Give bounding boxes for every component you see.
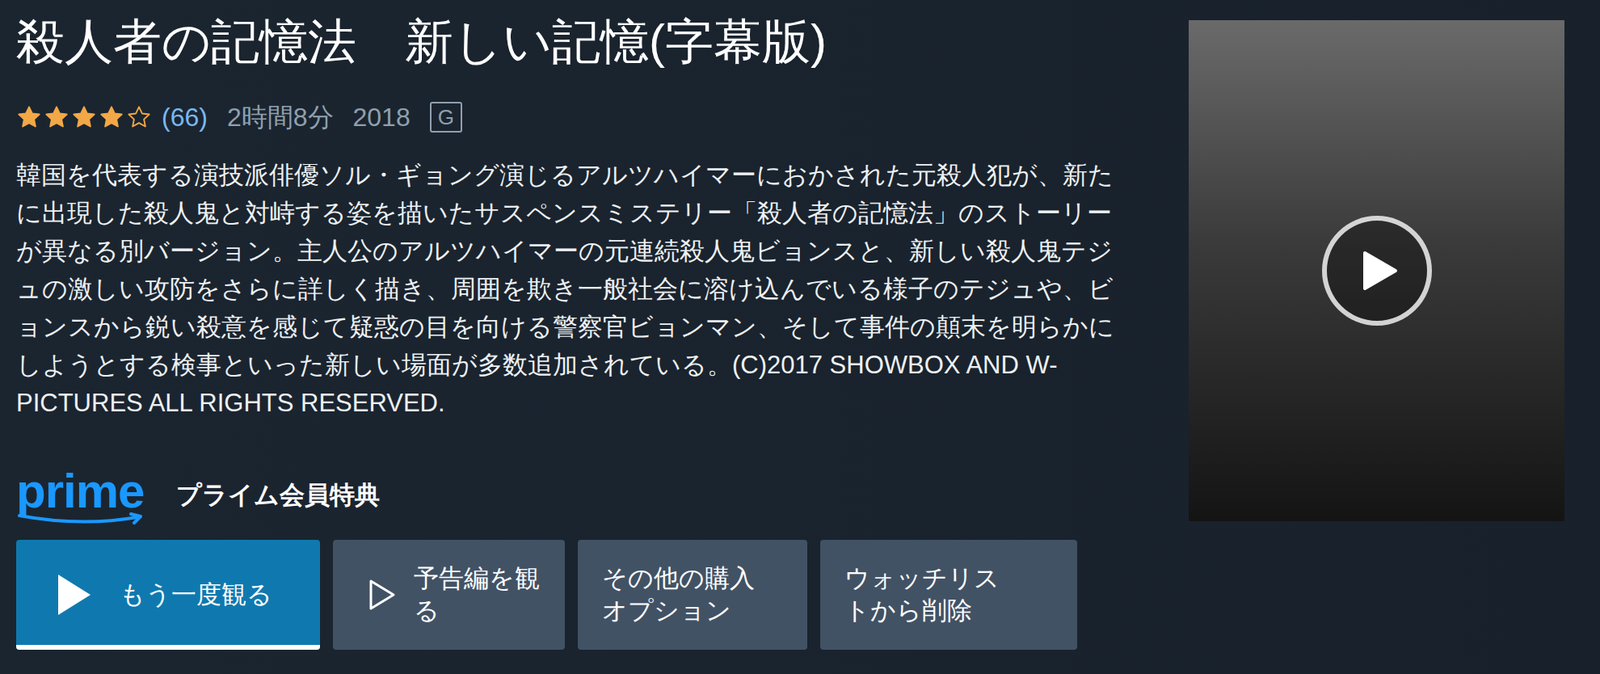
- poster[interactable]: [1188, 20, 1565, 522]
- button-label: もう一度観る: [119, 578, 273, 611]
- meta-row: (66) 2時間8分 2018 G: [16, 99, 1148, 135]
- prime-smile-icon: [16, 512, 154, 526]
- description: 韓国を代表する演技派俳優ソル・ギョング演じるアルツハイマーにおかされた元殺人犯が…: [16, 155, 1132, 422]
- button-label: 予告編を観る: [413, 562, 541, 628]
- title: 殺人者の記憶法 新しい記憶(字幕版): [16, 11, 1148, 73]
- play-outline-icon: [368, 578, 396, 611]
- duration: 2時間8分: [227, 97, 334, 137]
- button-label: ウォッチリストから削除: [844, 562, 1000, 628]
- action-button[interactable]: 予告編を観る: [332, 539, 565, 650]
- details: 殺人者の記憶法 新しい記憶(字幕版) (66) 2時間8分 2018 G 韓国を代表する演…: [16, 11, 1148, 674]
- progress-bar: [16, 644, 320, 650]
- button-label: その他の購入オプション: [602, 562, 758, 628]
- button-row: もう一度観る 予告編を観るその他の購入オプション ウォッチリストから削除: [16, 539, 1148, 650]
- star-filled-icon: [71, 104, 97, 131]
- play-button[interactable]: もう一度観る: [16, 539, 320, 650]
- prime-logo: prime: [16, 465, 154, 526]
- rating-count[interactable]: (66): [161, 97, 208, 137]
- action-button[interactable]: ウォッチリストから削除: [820, 539, 1078, 650]
- poster-play-button[interactable]: [1322, 215, 1432, 326]
- play-icon: [56, 572, 93, 617]
- star-filled-icon: [43, 104, 70, 131]
- prime-row: prime プライム会員特典: [16, 462, 1148, 529]
- play-icon: [1361, 249, 1399, 292]
- star-filled-icon: [16, 104, 43, 131]
- age-rating-badge: G: [429, 101, 463, 133]
- prime-label: プライム会員特典: [176, 476, 380, 515]
- star-filled-icon: [98, 104, 125, 131]
- page: 殺人者の記憶法 新しい記憶(字幕版) (66) 2時間8分 2018 G 韓国を代表する演…: [0, 0, 1600, 674]
- star-rating: [16, 104, 152, 131]
- year: 2018: [353, 97, 411, 137]
- action-button[interactable]: その他の購入オプション: [577, 539, 808, 650]
- star-empty-icon: [126, 104, 152, 131]
